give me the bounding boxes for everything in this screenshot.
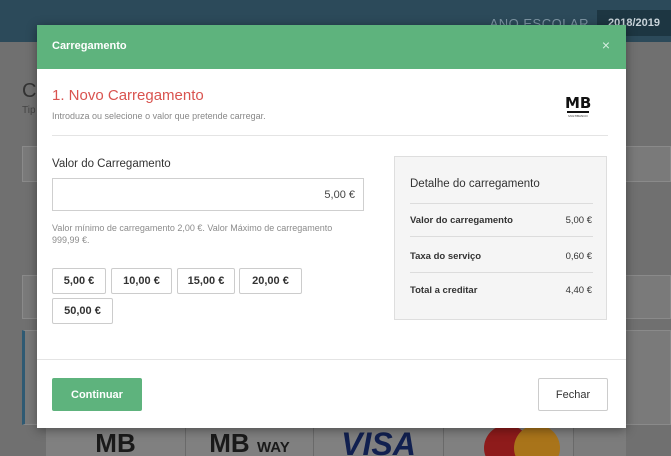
divider	[52, 135, 608, 136]
payment-option-mb[interactable]: MB	[46, 425, 186, 456]
multibanco-logo-text: MB	[565, 94, 592, 112]
quick-amount-20-button[interactable]: 20,00 €	[239, 268, 302, 294]
payment-option-mastercard[interactable]	[444, 425, 574, 456]
page-subtitle: Tip	[22, 105, 36, 116]
step-title: 1. Novo Carregamento	[52, 87, 204, 104]
quick-amount-10-button[interactable]: 10,00 €	[111, 268, 172, 294]
divider	[410, 236, 593, 237]
payment-option-visa[interactable]: VISA	[314, 425, 444, 456]
amount-input[interactable]	[52, 178, 364, 211]
amount-help-text: Valor mínimo de carregamento 2,00 €. Val…	[52, 223, 333, 245]
detail-row-label: Taxa do serviço	[410, 251, 482, 262]
top-up-modal: Carregamento × 1. Novo Carregamento Intr…	[37, 25, 626, 428]
modal-title: Carregamento	[52, 40, 127, 52]
multibanco-logo-small: MULTIBANCO	[568, 114, 588, 118]
detail-row-value: 0,60 €	[565, 251, 592, 262]
quick-amount-15-button[interactable]: 15,00 €	[177, 268, 235, 294]
divider	[410, 272, 593, 273]
mbway-logo-text: MB	[209, 428, 250, 456]
detail-row-label: Valor do carregamento	[410, 215, 513, 226]
divider	[37, 359, 626, 360]
detail-row-value: 4,40 €	[565, 285, 592, 296]
quick-amount-50-button[interactable]: 50,00 €	[52, 298, 113, 324]
modal-header: Carregamento ×	[37, 25, 626, 69]
mb-logo-text: MB	[95, 428, 136, 456]
payment-option-mbway[interactable]: MB WAY	[186, 425, 314, 456]
divider	[410, 203, 593, 204]
detail-row-value: 5,00 €	[565, 215, 592, 226]
top-up-detail-panel: Detalhe do carregamento Valor do carrega…	[394, 156, 607, 320]
step-subtitle: Introduza ou selecione o valor que prete…	[52, 111, 266, 121]
mbway-logo-way: WAY	[256, 439, 290, 456]
quick-amount-5-button[interactable]: 5,00 €	[52, 268, 106, 294]
visa-logo-text: VISA	[341, 426, 416, 456]
detail-title: Detalhe do carregamento	[410, 178, 540, 190]
continue-button[interactable]: Continuar	[52, 378, 142, 411]
page-title: C	[22, 80, 37, 102]
multibanco-logo: MB MULTIBANCO	[565, 96, 591, 124]
detail-row-label: Total a creditar	[410, 285, 478, 296]
amount-label: Valor do Carregamento	[52, 158, 171, 170]
close-button[interactable]: Fechar	[538, 378, 608, 411]
close-icon[interactable]: ×	[602, 37, 610, 53]
